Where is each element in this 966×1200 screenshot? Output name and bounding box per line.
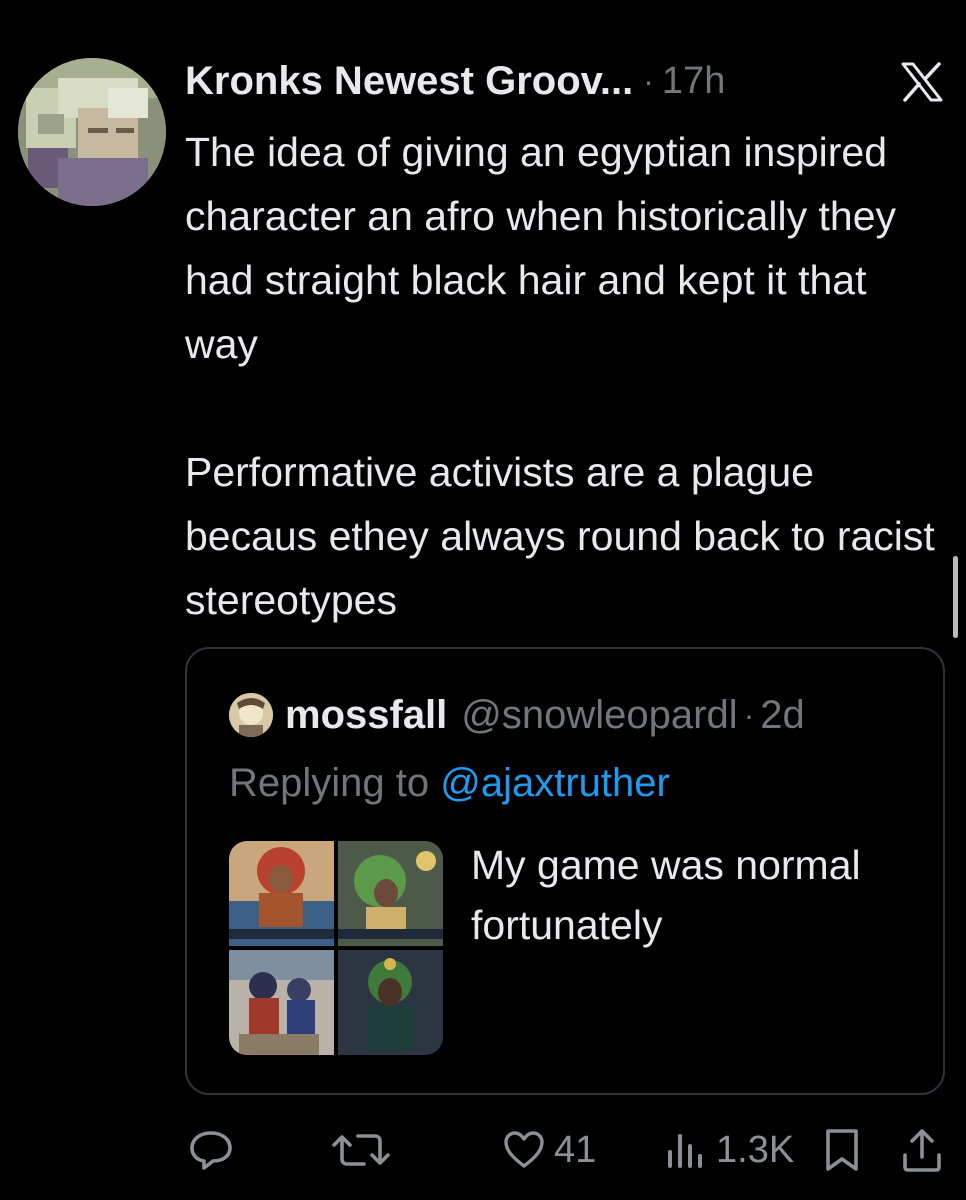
like-count: 41 [554, 1128, 597, 1171]
media-image-4[interactable] [338, 950, 443, 1055]
scrollbar-thumb[interactable] [953, 556, 958, 638]
reply-icon [190, 1131, 232, 1170]
share-icon [903, 1129, 941, 1172]
tweet-time[interactable]: 17h [662, 60, 725, 103]
retweet-button[interactable] [330, 1126, 394, 1174]
bookmark-icon [826, 1129, 858, 1171]
tweet-text: The idea of giving an egyptian inspired … [185, 120, 945, 632]
x-logo-icon [900, 62, 944, 102]
quote-text: My game was normal fortunately [471, 842, 861, 948]
bookmark-button[interactable] [822, 1126, 862, 1174]
quote-separator: · [743, 696, 755, 733]
views-icon [668, 1134, 702, 1168]
share-button[interactable] [900, 1126, 944, 1174]
replying-prefix: Replying to [229, 761, 430, 805]
like-button[interactable]: 41 [502, 1126, 596, 1174]
views-count: 1.3K [716, 1128, 795, 1171]
tweet-header: Kronks Newest Groov... · 17h [185, 56, 725, 106]
replying-to-line: Replying to @ajaxtruther [229, 761, 670, 806]
quote-media-grid[interactable] [229, 841, 443, 1055]
replying-mention-link[interactable]: @ajaxtruther [440, 761, 670, 805]
quote-time[interactable]: 2d [760, 693, 805, 738]
retweet-icon [332, 1134, 390, 1166]
media-image-2[interactable] [338, 841, 443, 946]
quote-author-name[interactable]: mossfall [285, 693, 447, 738]
author-name[interactable]: Kronks Newest Groov... [185, 59, 633, 104]
views-button[interactable]: 1.3K [664, 1126, 794, 1174]
header-separator: · [643, 62, 654, 99]
media-image-1[interactable] [229, 841, 334, 946]
tweet-paragraph: Performative activists are a plague beca… [185, 449, 935, 623]
quote-author-handle[interactable]: @snowleopardl [461, 693, 737, 738]
tweet-paragraph: The idea of giving an egyptian inspired … [185, 129, 897, 367]
quote-header: mossfall @snowleopardl · 2d [229, 693, 805, 737]
media-image-3[interactable] [229, 950, 334, 1055]
heart-icon [504, 1131, 544, 1168]
quoted-tweet[interactable]: mossfall @snowleopardl · 2d Replying to … [185, 647, 945, 1095]
author-avatar[interactable] [18, 58, 166, 206]
quote-avatar[interactable] [229, 693, 273, 737]
reply-button[interactable] [188, 1126, 234, 1174]
action-bar: 41 1.3K [0, 1120, 966, 1180]
